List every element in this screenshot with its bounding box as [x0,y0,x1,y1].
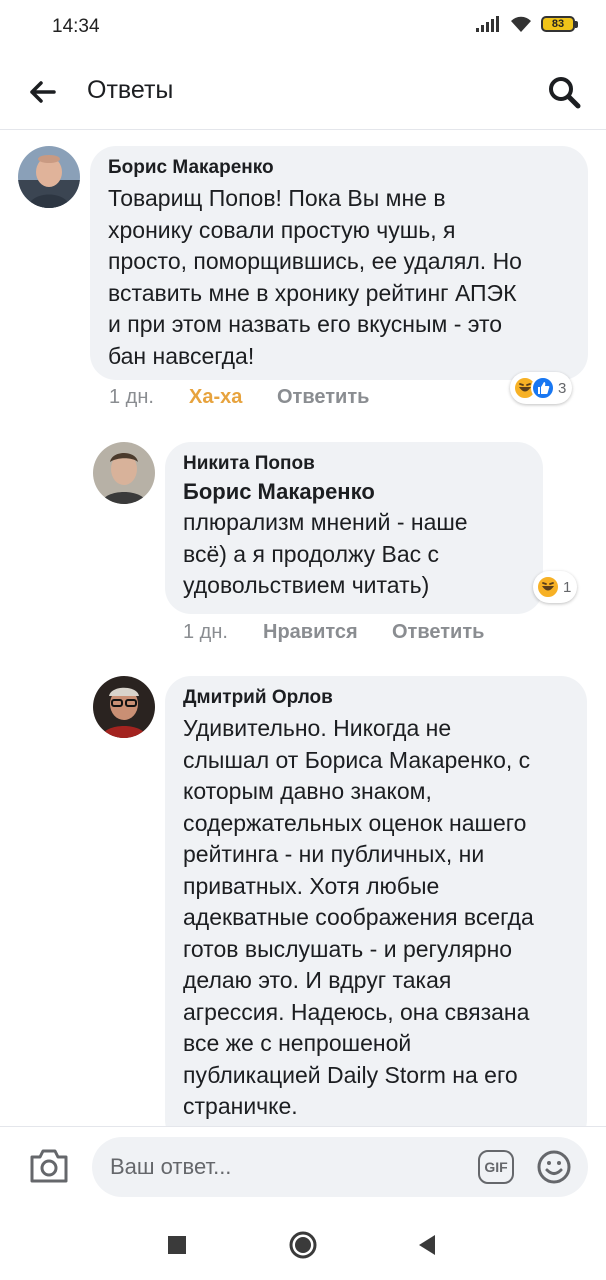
comment-text: Товарищ Попов! Пока Вы мне в хронику сов… [108,185,522,369]
emoji-button[interactable] [536,1149,572,1185]
status-icons: 83 [475,15,578,33]
avatar[interactable] [93,442,155,504]
home-button[interactable] [286,1228,320,1262]
status-bar: 14:34 83 [0,0,606,52]
page-title: Ответы [87,76,174,104]
back-button[interactable] [20,72,64,112]
square-nav-icon [168,1236,186,1254]
recents-button[interactable] [160,1228,194,1262]
reactions-summary[interactable]: 3 [510,372,573,404]
haha-reaction-button[interactable]: Ха-ха [189,386,277,409]
avatar[interactable] [93,676,155,738]
gif-button[interactable]: GIF [478,1150,514,1184]
back-arrow-icon [30,81,56,103]
wifi-icon [511,16,531,32]
reaction-count: 1 [563,578,572,596]
comment-timestamp: 1 дн. [109,386,154,408]
home-circle-icon [289,1231,317,1259]
reactions-summary[interactable]: 1 [533,571,578,603]
comment-timestamp: 1 дн. [183,621,228,643]
like-icon [531,376,555,400]
status-time: 14:34 [52,16,100,37]
back-triangle-icon [419,1235,435,1255]
comment-author[interactable]: Дмитрий Орлов [183,687,569,709]
camera-icon [30,1149,68,1183]
reply-button[interactable]: Ответить [277,386,369,409]
signal-icon [476,16,499,32]
comment-bubble[interactable]: Борис Макаренко Товарищ Попов! Пока Вы м… [90,146,588,380]
reply-input[interactable] [110,1137,460,1197]
reply-input-container: GIF [92,1137,588,1197]
comment-actions: 1 дн. Ха-ха Ответить [109,386,369,409]
top-app-bar: Ответы [0,52,606,130]
mention-tag[interactable]: Борис Макаренко [183,479,525,505]
reply-composer: GIF [0,1126,606,1208]
camera-button[interactable] [28,1147,72,1187]
comment-bubble[interactable]: Дмитрий Орлов Удивительно. Никогда не сл… [165,676,587,1146]
comment-bubble[interactable]: Никита Попов Борис Макаренко плюрализм м… [165,442,543,614]
gif-icon: GIF [484,1159,508,1175]
comment-text: Удивительно. Никогда не слышал от Бориса… [183,715,534,1119]
reaction-count: 3 [558,379,567,397]
comment-text: плюрализм мнений - наше всё) а я продолж… [183,509,468,598]
smiley-icon [537,1150,571,1184]
search-icon [549,77,581,109]
search-button[interactable] [542,70,586,114]
system-navigation-bar [0,1208,606,1280]
haha-emoji-icon [536,575,560,599]
like-button[interactable]: Нравится [263,621,392,644]
comment-author[interactable]: Никита Попов [183,453,525,475]
avatar[interactable] [18,146,80,208]
reply-button[interactable]: Ответить [392,621,484,644]
comment-author[interactable]: Борис Макаренко [108,157,570,179]
comment-actions: 1 дн. Нравится Ответить [183,621,484,644]
back-nav-button[interactable] [410,1228,444,1262]
battery-level: 83 [551,18,565,30]
battery-icon: 83 [541,16,578,32]
